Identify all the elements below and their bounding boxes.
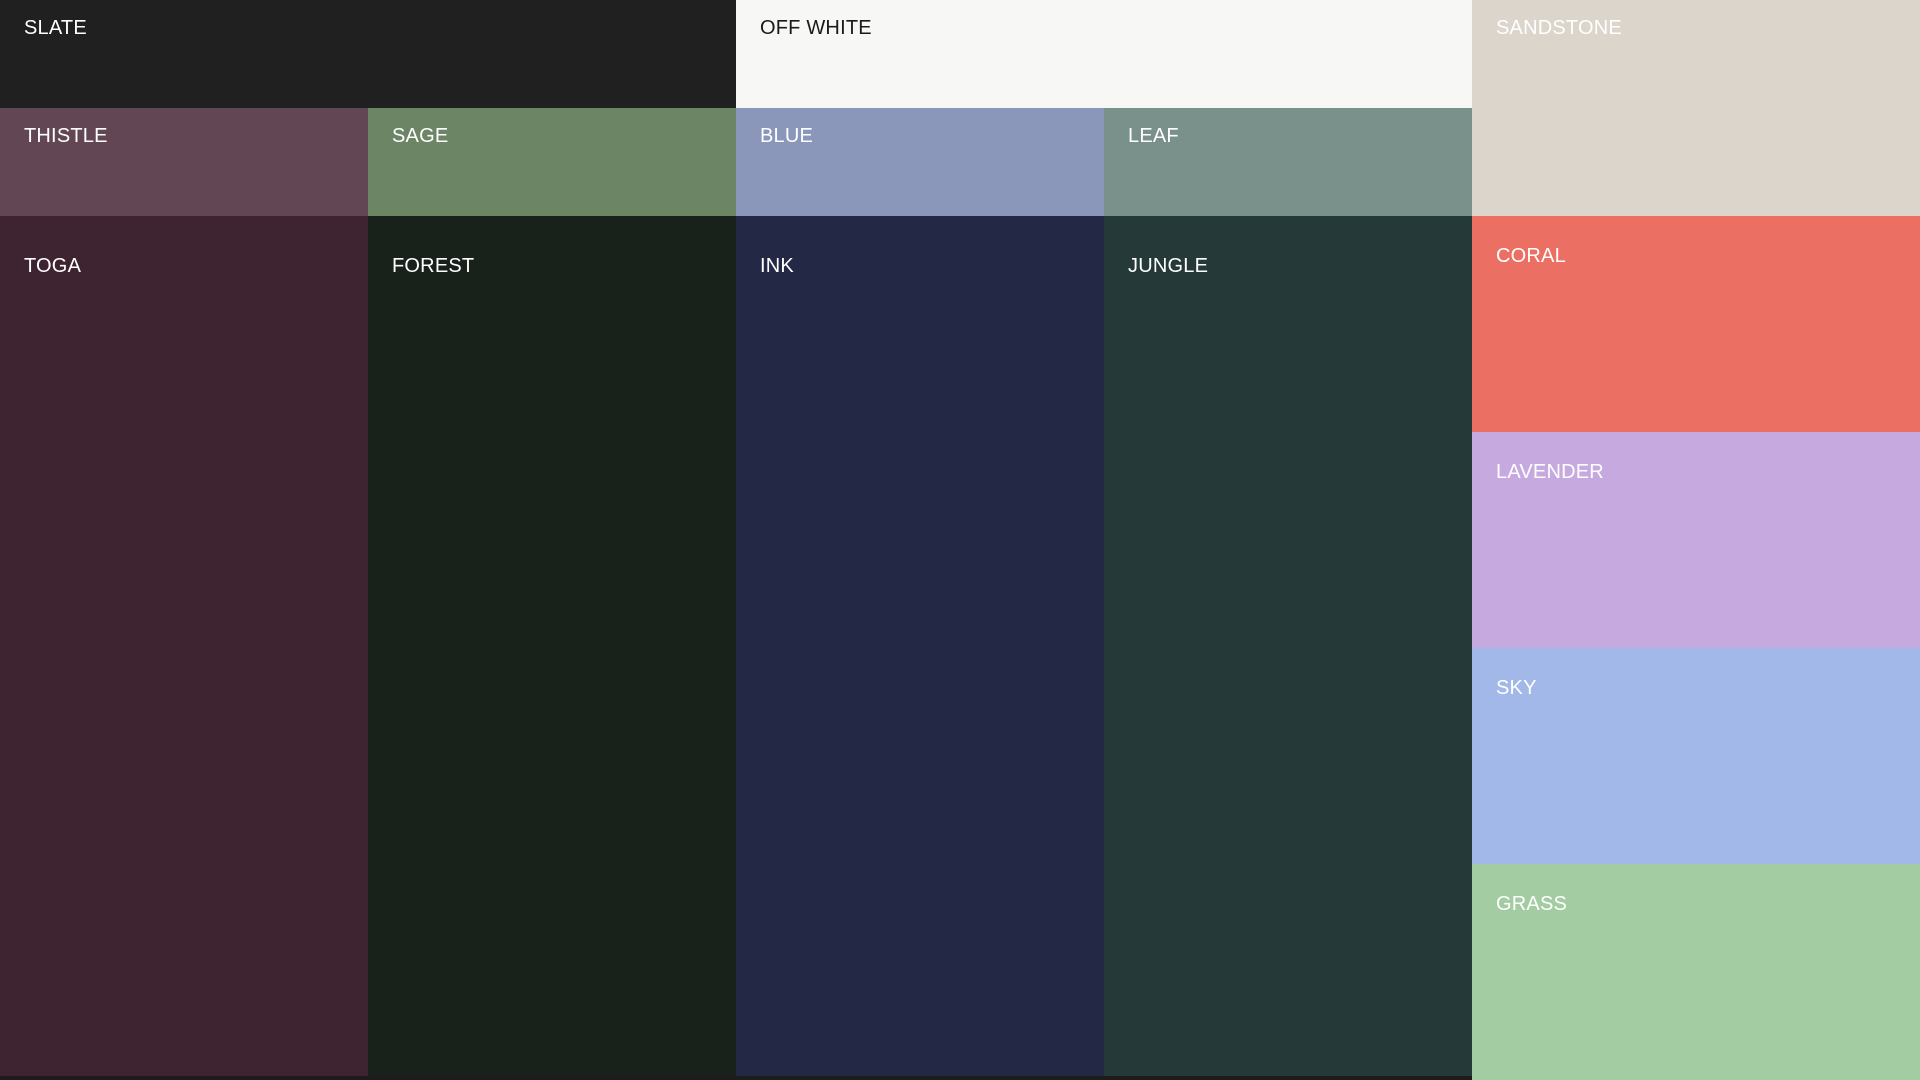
swatch-label-forest: FOREST xyxy=(392,255,475,277)
swatch-label-blue: BLUE xyxy=(760,125,814,147)
swatch-label-sandstone: SANDSTONE xyxy=(1496,17,1622,39)
swatch-coral: CORAL xyxy=(1472,216,1920,432)
swatch-jungle: JUNGLE xyxy=(1104,216,1472,1076)
swatch-label-grass: GRASS xyxy=(1496,893,1568,915)
swatch-forest: FOREST xyxy=(368,216,736,1076)
swatch-leaf: LEAF xyxy=(1104,108,1472,216)
swatch-toga: TOGA xyxy=(0,216,368,1076)
swatch-label-sky: SKY xyxy=(1496,677,1537,699)
swatch-label-lavender: LAVENDER xyxy=(1496,461,1604,483)
swatch-sage: SAGE xyxy=(368,108,736,216)
swatch-label-jungle: JUNGLE xyxy=(1128,255,1209,277)
swatch-lavender: LAVENDER xyxy=(1472,432,1920,648)
swatch-grass: GRASS xyxy=(1472,864,1920,1080)
swatch-label-off-white: OFF WHITE xyxy=(760,17,872,39)
swatch-label-coral: CORAL xyxy=(1496,245,1566,267)
swatch-thistle: THISTLE xyxy=(0,108,368,216)
swatch-label-sage: SAGE xyxy=(392,125,449,147)
swatch-label-thistle: THISTLE xyxy=(24,125,108,147)
swatch-label-slate: SLATE xyxy=(24,17,87,39)
swatch-label-ink: INK xyxy=(760,255,794,277)
swatch-ink: INK xyxy=(736,216,1104,1076)
swatch-slate: SLATE xyxy=(0,0,736,108)
swatch-blue: BLUE xyxy=(736,108,1104,216)
swatch-sandstone: SANDSTONE xyxy=(1472,0,1920,216)
swatch-off-white: OFF WHITE xyxy=(736,0,1472,108)
swatch-sky: SKY xyxy=(1472,648,1920,864)
swatch-label-toga: TOGA xyxy=(24,255,82,277)
color-palette-grid: SLATE OFF WHITE SANDSTONE THISTLE SAGE B… xyxy=(0,0,1920,1080)
swatch-label-leaf: LEAF xyxy=(1128,125,1179,147)
